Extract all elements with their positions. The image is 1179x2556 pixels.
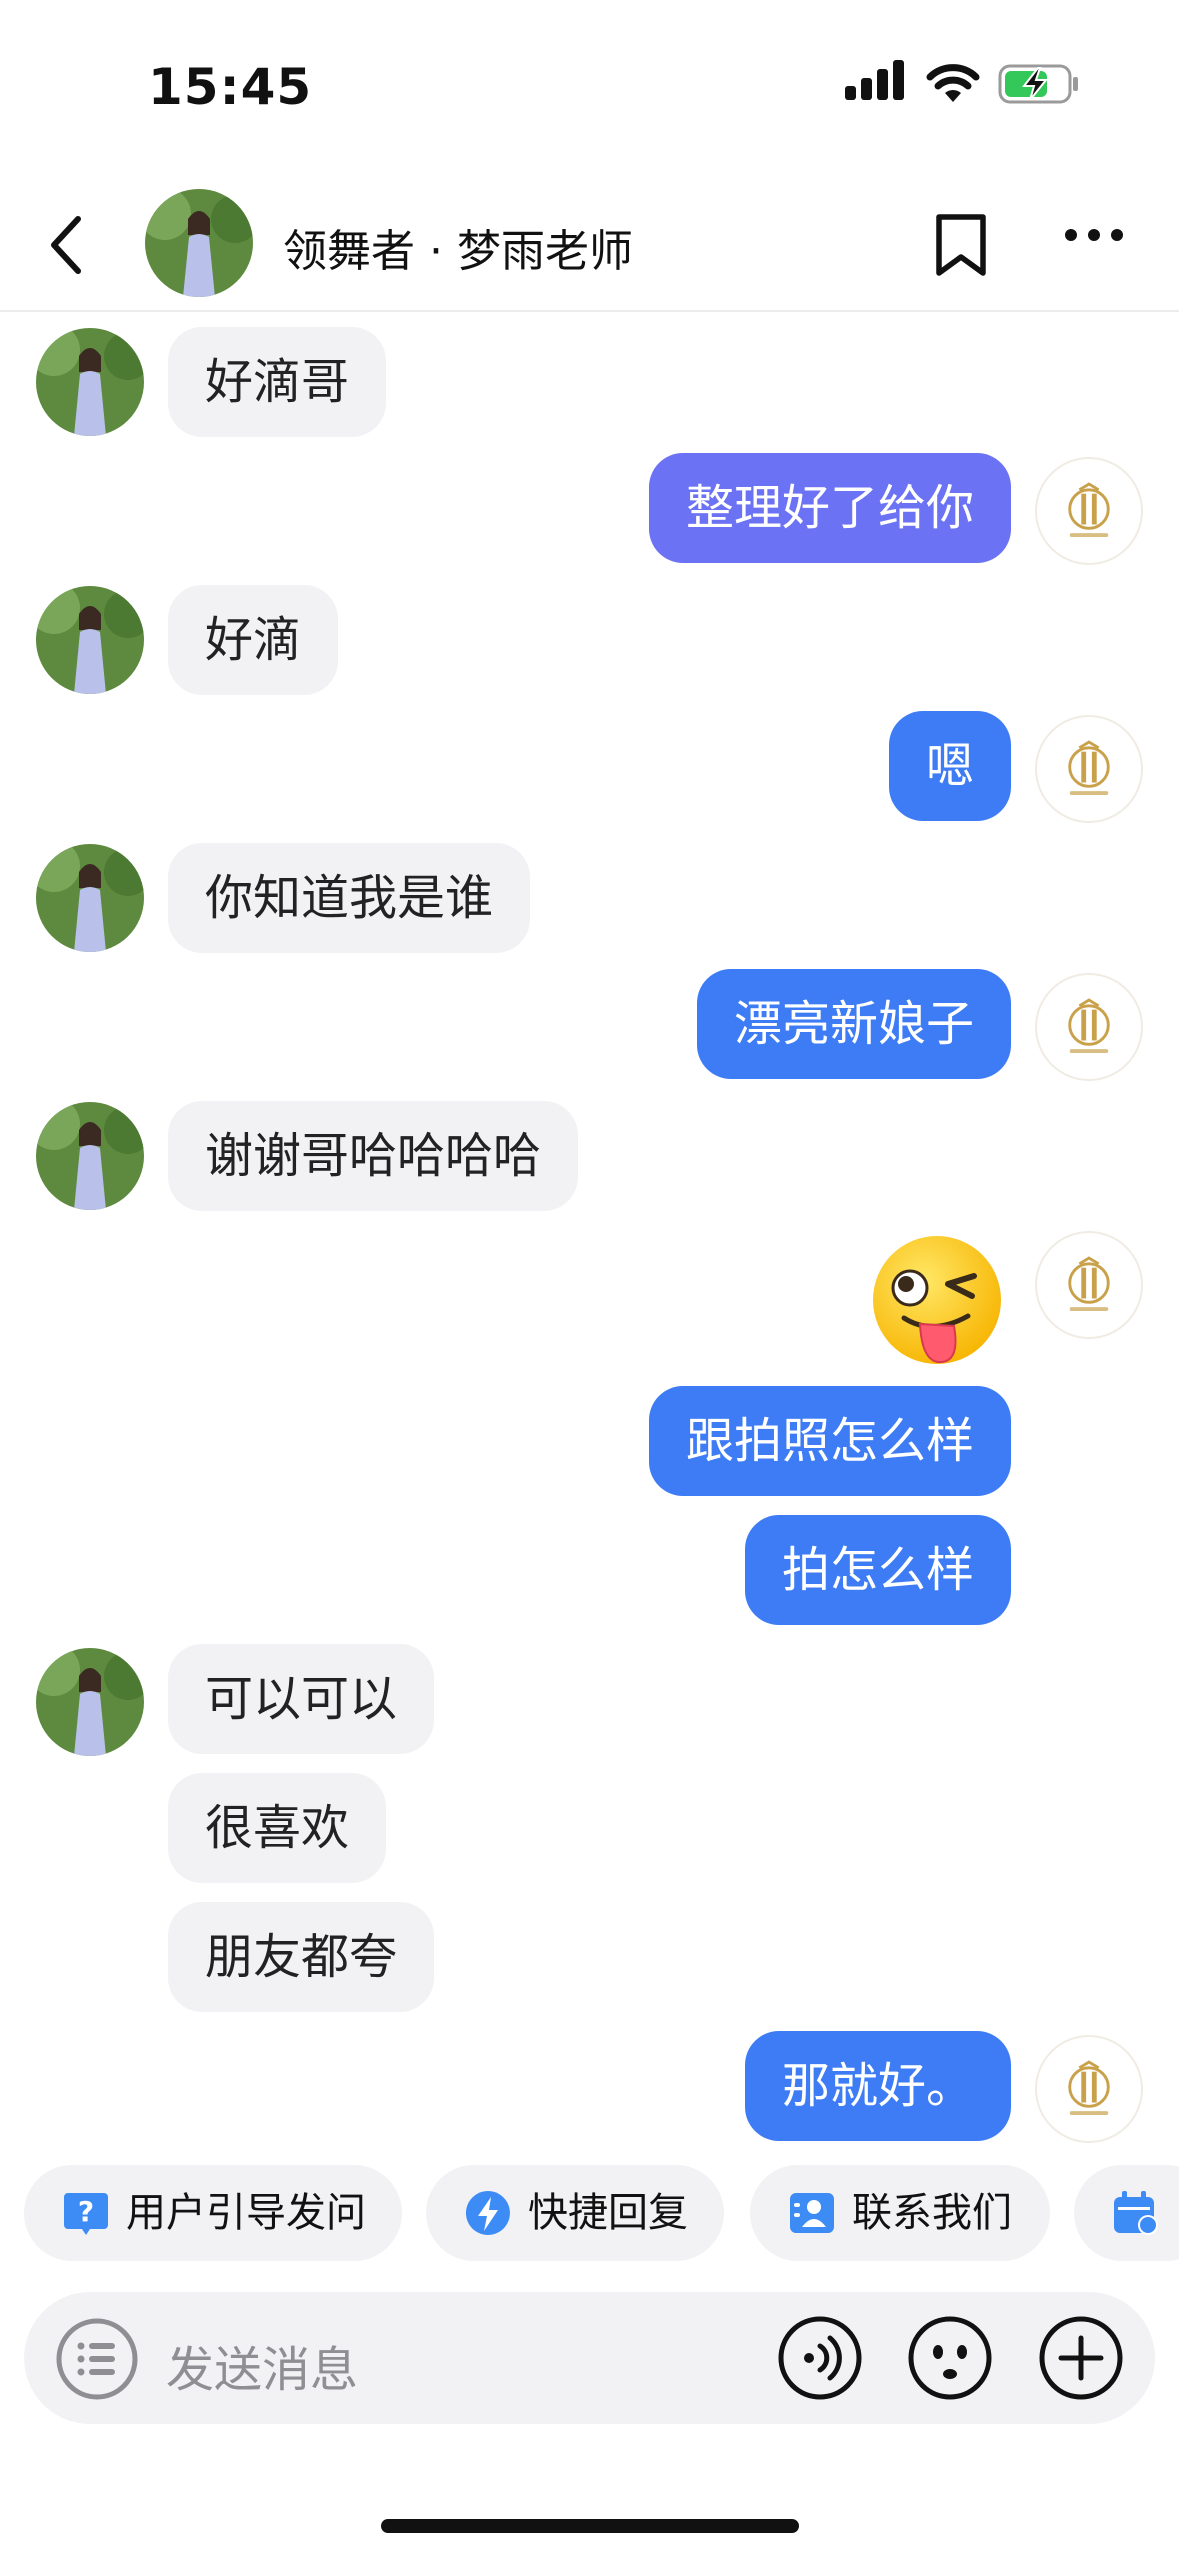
message-bubble-outgoing[interactable]: 漂亮新娘子	[696, 969, 1011, 1079]
message-bubble-incoming[interactable]: 朋友都夸	[168, 1902, 435, 2012]
my-avatar[interactable]	[1035, 1231, 1143, 1339]
quick-reply-quick-reply[interactable]: 快捷回复	[426, 2165, 724, 2261]
back-chevron-icon[interactable]	[48, 215, 88, 275]
quick-reply-label: 用户引导发问	[126, 2190, 366, 2236]
my-avatar[interactable]	[1035, 457, 1143, 565]
bookmark-icon[interactable]	[933, 211, 989, 279]
my-avatar[interactable]	[1035, 973, 1143, 1081]
contact-avatar[interactable]	[36, 328, 144, 436]
quick-reply-guide-question[interactable]: ? 用户引导发问	[24, 2165, 402, 2261]
quick-reply-schedule[interactable]	[1074, 2165, 1179, 2261]
message-bubble-incoming[interactable]: 好滴	[168, 585, 339, 695]
message-bubble-outgoing[interactable]: 整理好了给你	[648, 453, 1011, 563]
message-bubble-incoming[interactable]: 好滴哥	[168, 327, 387, 437]
menu-list-icon[interactable]	[54, 2316, 140, 2402]
contacts-icon	[790, 2193, 834, 2233]
plus-icon[interactable]	[1037, 2314, 1125, 2402]
wink-tongue-emoji-sticker[interactable]	[862, 1232, 1012, 1372]
home-indicator[interactable]	[381, 2519, 799, 2533]
message-composer: 发送消息	[24, 2292, 1155, 2424]
more-options-icon[interactable]	[1063, 225, 1125, 245]
quick-reply-label: 联系我们	[852, 2190, 1012, 2236]
message-bubble-outgoing[interactable]: 跟拍照怎么样	[648, 1386, 1011, 1496]
chat-title: 领舞者 · 梦雨老师	[283, 226, 633, 277]
emoji-icon[interactable]	[906, 2314, 994, 2402]
message-bubble-incoming[interactable]: 很喜欢	[168, 1773, 387, 1883]
calendar-icon	[1114, 2191, 1158, 2235]
message-bubble-incoming[interactable]: 你知道我是谁	[168, 843, 531, 953]
message-bubble-outgoing[interactable]: 拍怎么样	[744, 1515, 1011, 1625]
lightning-icon	[465, 2191, 510, 2235]
contact-avatar[interactable]	[145, 189, 253, 297]
contact-avatar[interactable]	[36, 844, 144, 952]
status-bar: 15:45	[0, 0, 1179, 170]
message-bubble-outgoing[interactable]: 那就好。	[744, 2031, 1011, 2141]
my-avatar[interactable]	[1035, 715, 1143, 823]
status-time: 15:45	[148, 58, 313, 116]
message-bubble-incoming[interactable]: 谢谢哥哈哈哈哈	[168, 1101, 579, 1211]
message-bubble-incoming[interactable]: 可以可以	[168, 1644, 435, 1754]
quick-reply-contact-us[interactable]: 联系我们	[750, 2165, 1050, 2261]
wifi-icon	[926, 64, 980, 102]
my-avatar[interactable]	[1035, 2035, 1143, 2143]
battery-charging-icon	[998, 64, 1078, 104]
cellular-signal-icon	[845, 60, 904, 100]
contact-avatar[interactable]	[36, 1648, 144, 1756]
message-input[interactable]: 发送消息	[166, 2330, 358, 2400]
svg-text:?: ?	[78, 2195, 94, 2228]
voice-icon[interactable]	[776, 2314, 864, 2402]
chat-header: 领舞者 · 梦雨老师	[0, 185, 1179, 312]
question-icon: ?	[64, 2193, 108, 2235]
quick-reply-label: 快捷回复	[528, 2190, 688, 2236]
contact-avatar[interactable]	[36, 1102, 144, 1210]
message-bubble-outgoing[interactable]: 嗯	[888, 711, 1011, 821]
contact-avatar[interactable]	[36, 586, 144, 694]
